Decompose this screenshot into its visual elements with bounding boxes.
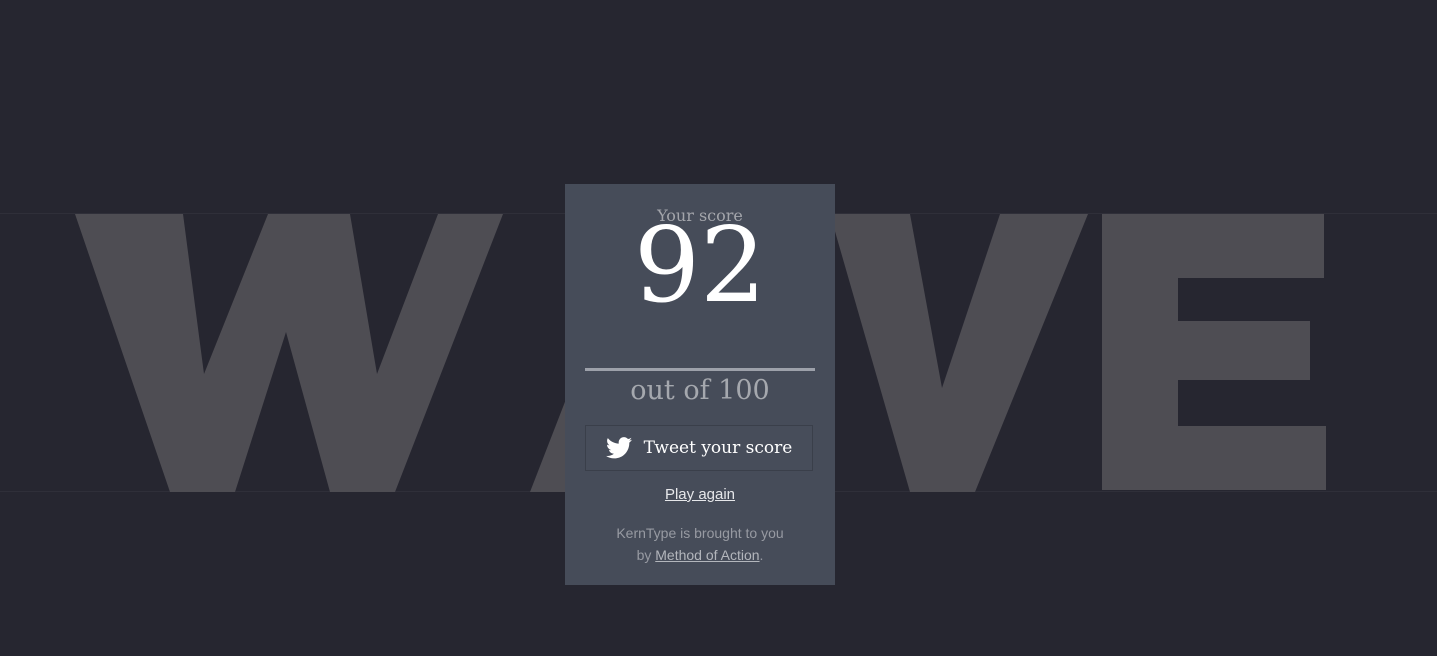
score-value: 92 [633,204,767,326]
credit-by: by [636,547,656,563]
game-stage: Your score 92 out of 100 Tweet your scor… [0,0,1437,656]
method-of-action-link[interactable]: Method of Action [655,547,759,563]
letter-v [830,214,1088,492]
tweet-score-label: Tweet your score [643,438,793,458]
letter-e [1102,214,1326,490]
score-card: Your score 92 out of 100 Tweet your scor… [565,184,835,585]
credit-text: KernType is brought to you by Method of … [565,522,835,566]
credit-end: . [759,547,764,563]
score-max: out of 100 [630,375,770,406]
play-again-row: Play again [565,486,835,503]
tweet-score-button[interactable]: Tweet your score [585,425,813,471]
score-divider [585,368,815,371]
credit-line-1: KernType is brought to you [616,525,784,541]
play-again-link[interactable]: Play again [665,486,735,503]
letter-w [75,214,503,492]
twitter-bird-icon [605,437,632,459]
credit-line-2: by Method of Action. [565,544,835,566]
